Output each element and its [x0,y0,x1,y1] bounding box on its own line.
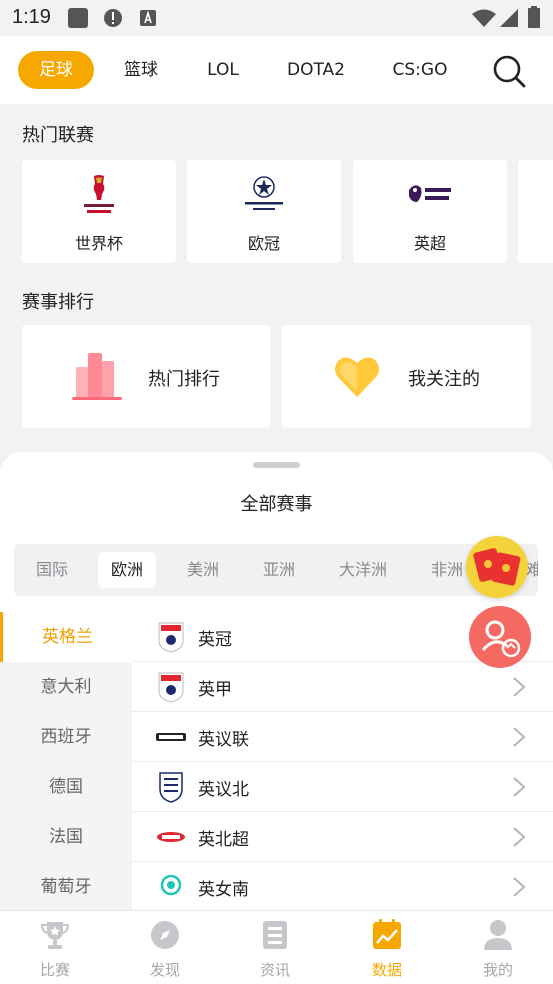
league-name-world-cup: 世界杯 [74,234,123,253]
sport-tab-bar: 足球 篮球 LOL DOTA2 CS:GO [0,36,553,104]
heart-icon [335,357,379,397]
league-name-premier-league: 英超 [413,234,446,253]
tab-csgo[interactable]: CS:GO [380,51,460,89]
sync-icon [481,620,521,658]
chevron-right-icon [513,827,526,847]
nav-item-matches[interactable]: 比赛 [0,917,110,983]
league-card-premier-league[interactable]: 英超 [353,160,507,263]
hot-ranking-card[interactable]: 热门排行 [22,325,270,428]
nav-label-data: 数据 [371,961,402,979]
country-list: 英格兰 意大利 西班牙 德国 法国 葡萄牙 [0,612,132,912]
tab-basketball[interactable]: 篮球 [110,51,172,89]
competition-name: 英议北 [198,780,249,800]
sync-float-button[interactable] [469,606,531,668]
nav-label-matches: 比赛 [39,961,70,979]
league-name-champions-league: 欧冠 [247,234,280,253]
competition-name: 英女南 [198,880,249,900]
northern-premier-logo [157,832,185,842]
news-icon [263,921,287,949]
red-envelope-icon [473,548,521,586]
efl-championship-logo [158,622,184,653]
status-time: 1:19 [12,6,51,28]
nav-item-data[interactable]: 数据 [332,917,442,983]
efl-league-one-logo [158,672,184,703]
followed-card[interactable]: 我关注的 [282,325,531,428]
keyboard-notification-icon [140,10,156,26]
country-portugal[interactable]: 葡萄牙 [0,862,132,912]
league-card-champions-league[interactable]: 欧冠 [187,160,341,263]
chevron-right-icon [513,677,526,697]
competition-name: 英冠 [198,630,232,650]
competition-row[interactable]: 英女南 [132,862,553,912]
competition-name: 英甲 [198,680,232,700]
nav-label-profile: 我的 [482,961,513,979]
tab-dota2[interactable]: DOTA2 [276,51,356,89]
wifi-icon [472,9,496,27]
alert-notification-icon [104,9,122,27]
trophy-icon [40,922,70,949]
hot-ranking-label: 热门排行 [148,369,220,390]
region-tab-oceania[interactable]: 大洋洲 [330,552,396,588]
sheet-title: 全部赛事 [240,494,313,515]
followed-label: 我关注的 [408,369,480,390]
competition-row[interactable]: 英北超 [132,812,553,862]
nav-item-discover[interactable]: 发现 [110,917,220,983]
search-icon[interactable] [492,54,526,88]
premier-league-logo [409,185,451,202]
england-crest-logo [159,772,183,803]
hot-leagues-title: 热门联赛 [22,125,94,146]
competition-row[interactable]: 英议联 [132,712,553,762]
region-tab-asia[interactable]: 亚洲 [250,552,308,588]
country-spain[interactable]: 西班牙 [0,712,132,762]
bar-chart-icon [72,353,122,400]
region-tab-europe[interactable]: 欧洲 [98,552,156,588]
fifa-world-cup-logo [84,175,114,213]
country-germany[interactable]: 德国 [0,762,132,812]
chevron-right-icon [513,727,526,747]
competition-row[interactable]: 英甲 [132,662,553,712]
region-tab-bar: 国际 欧洲 美洲 亚洲 大洋洲 非洲 难 [14,544,538,596]
nav-label-discover: 发现 [149,961,180,979]
competition-name: 英北超 [198,830,249,850]
region-tab-international[interactable]: 国际 [24,552,80,588]
womens-south-logo [160,874,182,896]
status-bar: 1:19 [0,0,553,36]
tab-lol[interactable]: LOL [194,51,252,89]
competition-name: 英议联 [198,730,249,750]
league-card-partial[interactable] [518,160,553,263]
country-france[interactable]: 法国 [0,812,132,862]
chevron-right-icon [513,877,526,897]
all-competitions-sheet: 全部赛事 国际 欧洲 美洲 亚洲 大洋洲 非洲 难 英格兰 意大利 西班牙 德国… [0,452,553,912]
person-icon [484,920,512,950]
national-league-logo [156,733,186,741]
signal-icon [500,9,518,27]
nav-item-news[interactable]: 资讯 [220,917,330,983]
competition-row[interactable]: 英议北 [132,762,553,812]
chevron-right-icon [513,777,526,797]
region-tab-americas[interactable]: 美洲 [174,552,232,588]
league-card-world-cup[interactable]: 世界杯 [22,160,176,263]
tab-football[interactable]: 足球 [18,51,94,89]
bottom-nav-bar: 比赛 发现 资讯 数据 我的 [0,910,553,984]
nav-item-profile[interactable]: 我的 [443,917,553,983]
chart-icon [373,919,401,949]
battery-icon [528,6,540,28]
compass-icon [151,921,179,949]
country-england[interactable]: 英格兰 [0,612,132,662]
red-envelope-button[interactable] [466,536,528,598]
nav-label-news: 资讯 [259,961,290,979]
country-italy[interactable]: 意大利 [0,662,132,712]
rankings-title: 赛事排行 [22,292,94,313]
champions-league-logo [245,176,283,210]
sheet-drag-handle[interactable] [253,462,300,468]
gallery-notification-icon [68,8,88,28]
